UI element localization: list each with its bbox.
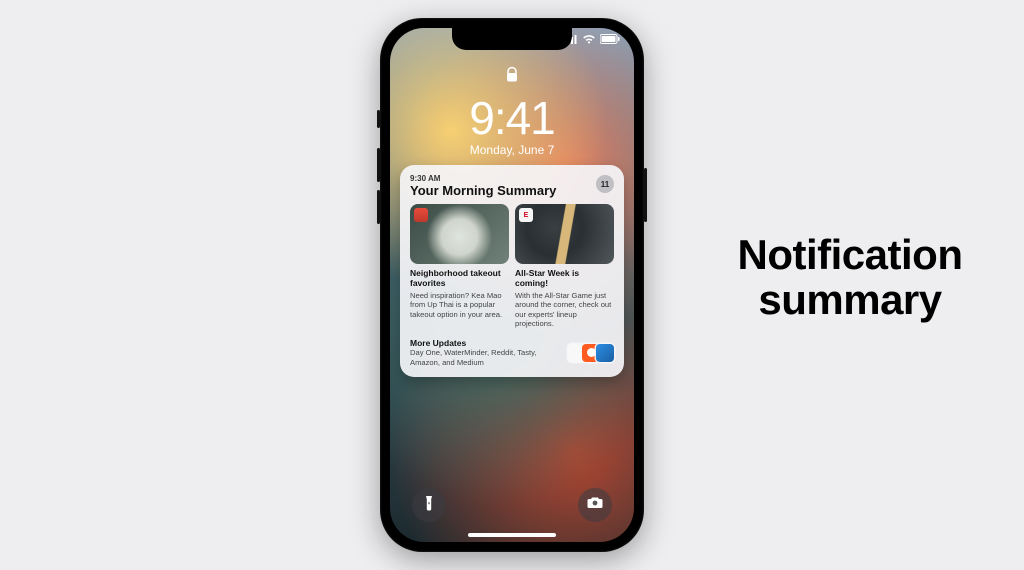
more-updates-title: More Updates <box>410 338 564 348</box>
summary-item[interactable]: E All-Star Week is coming! With the All-… <box>515 204 614 328</box>
more-updates-body: Day One, WaterMinder, Reddit, Tasty, Ama… <box>410 348 564 367</box>
flashlight-icon <box>422 495 436 516</box>
volume-up-button <box>377 148 380 182</box>
iphone-device: 9:41 Monday, June 7 9:30 AM Your Morning… <box>380 18 644 552</box>
summary-item-body: Need inspiration? Kea Mao from Up Thai i… <box>410 291 509 319</box>
summary-count-badge: 11 <box>596 175 614 193</box>
status-bar <box>564 34 620 44</box>
lock-screen[interactable]: 9:41 Monday, June 7 9:30 AM Your Morning… <box>390 28 634 542</box>
mute-switch <box>377 110 380 128</box>
clock-date: Monday, June 7 <box>390 143 634 157</box>
notification-summary-card[interactable]: 9:30 AM Your Morning Summary 11 Neighbor… <box>400 165 624 377</box>
summary-item-body: With the All-Star Game just around the c… <box>515 291 614 329</box>
summary-item-title: Neighborhood takeout favorites <box>410 269 509 289</box>
summary-item-title: All-Star Week is coming! <box>515 269 614 289</box>
notch <box>452 28 572 50</box>
app-badge-icon <box>414 208 428 222</box>
power-button <box>644 168 647 222</box>
volume-down-button <box>377 190 380 224</box>
app-icon <box>596 344 614 362</box>
more-updates-row[interactable]: More Updates Day One, WaterMinder, Reddi… <box>410 338 614 367</box>
summary-item-thumbnail: E <box>515 204 614 264</box>
battery-icon <box>600 34 620 44</box>
home-indicator[interactable] <box>468 533 556 537</box>
feature-headline: Notification summary <box>700 232 1000 323</box>
camera-icon <box>587 496 603 514</box>
more-updates-app-icons <box>572 344 614 362</box>
camera-button[interactable] <box>578 488 612 522</box>
app-badge-icon: E <box>519 208 533 222</box>
wifi-icon <box>582 34 596 44</box>
summary-item-thumbnail <box>410 204 509 264</box>
flashlight-button[interactable] <box>412 488 446 522</box>
summary-title: Your Morning Summary <box>410 183 596 198</box>
lock-icon <box>505 66 519 89</box>
summary-item[interactable]: Neighborhood takeout favorites Need insp… <box>410 204 509 328</box>
summary-timestamp: 9:30 AM <box>410 174 596 183</box>
clock-time: 9:41 <box>390 91 634 145</box>
